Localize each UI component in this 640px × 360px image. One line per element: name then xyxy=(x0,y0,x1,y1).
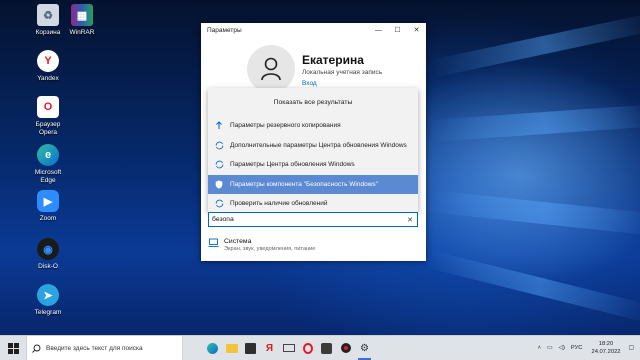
maximize-button[interactable]: ☐ xyxy=(388,23,407,38)
taskbar-recorder-button[interactable] xyxy=(336,336,355,360)
taskbar-opera-button[interactable] xyxy=(298,336,317,360)
folder-icon xyxy=(225,343,238,353)
wallpaper-ray xyxy=(430,103,640,142)
desktop-icon-disk-o[interactable]: ◉ Disk-O xyxy=(18,238,78,271)
user-icon xyxy=(261,57,281,81)
taskbar-apps: Я ⚙ xyxy=(203,336,374,360)
app-icon xyxy=(321,342,332,354)
start-button[interactable] xyxy=(0,336,26,360)
opera-icon xyxy=(302,342,313,354)
window-controls: — ☐ ✕ xyxy=(369,23,426,38)
desktop-icon-label: Disk-O xyxy=(38,263,58,270)
result-check-updates[interactable]: Проверить наличие обновлений xyxy=(208,194,418,214)
result-backup-settings[interactable]: Параметры резервного копирования xyxy=(208,116,418,136)
user-name: Екатерина xyxy=(302,53,364,67)
language-indicator[interactable]: РУС xyxy=(571,345,583,351)
wallpaper-ray xyxy=(425,250,640,324)
edge-icon: e xyxy=(37,144,59,166)
result-label: Проверить наличие обновлений xyxy=(230,200,328,208)
desktop-icon-label: Yandex xyxy=(37,75,59,82)
sign-in-link[interactable]: Вход xyxy=(302,80,317,87)
desktop-icon-yandex[interactable]: Y Yandex xyxy=(18,50,78,83)
title-bar: Параметры — ☐ ✕ xyxy=(201,23,426,38)
update-sync-icon xyxy=(214,160,224,170)
wallpaper-ray xyxy=(427,190,640,236)
store-bag-icon xyxy=(245,342,256,354)
taskbar-app-button[interactable] xyxy=(317,336,336,360)
record-icon xyxy=(340,343,351,353)
desktop-icon-telegram[interactable]: ➤ Telegram xyxy=(18,284,78,317)
edge-icon xyxy=(207,342,218,354)
chevron-up-icon[interactable]: ˄ xyxy=(538,345,541,351)
notifications-icon[interactable]: ▢ xyxy=(629,345,634,351)
desktop-icon-label: Telegram xyxy=(34,309,62,316)
laptop-icon xyxy=(208,238,219,247)
update-sync-icon xyxy=(214,199,224,209)
category-system[interactable]: Система Экран, звук, уведомления, питани… xyxy=(208,238,315,252)
desktop-icon-zoom[interactable]: ▶ Zoom xyxy=(18,190,78,223)
clock-time: 18:20 xyxy=(598,341,614,347)
search-icon xyxy=(32,344,41,353)
shield-icon xyxy=(214,179,224,189)
disk-o-icon: ◉ xyxy=(37,238,59,260)
desktop-icon-label: Zoom xyxy=(39,215,57,222)
taskbar-search-placeholder: Введите здесь текст для поиска xyxy=(46,344,143,352)
update-sync-icon xyxy=(214,140,224,150)
clock[interactable]: 18:20 24.07.2022 xyxy=(592,340,621,356)
clock-date: 24.07.2022 xyxy=(591,349,621,355)
yandex-icon: Y xyxy=(37,50,59,72)
result-update-center-settings[interactable]: Параметры Центра обновления Windows xyxy=(208,155,418,175)
taskbar-file-explorer-button[interactable] xyxy=(222,336,241,360)
yandex-icon: Я xyxy=(265,342,274,354)
taskbar-store-button[interactable] xyxy=(241,336,260,360)
desktop-icon-edge[interactable]: e Microsoft Edge xyxy=(18,144,78,185)
winrar-icon: ▦ xyxy=(71,4,93,26)
telegram-icon: ➤ xyxy=(37,284,59,306)
desktop-icon-winrar[interactable]: ▦ WinRAR xyxy=(52,4,112,37)
opera-icon: O xyxy=(37,96,59,118)
search-input-value: безопа xyxy=(212,216,234,223)
desktop-icon-opera[interactable]: O Браузер Opera xyxy=(18,96,78,137)
wallpaper-ray xyxy=(430,12,640,78)
taskbar-mail-button[interactable] xyxy=(279,336,298,360)
search-suggestions: Показать все результаты Параметры резерв… xyxy=(208,88,418,212)
result-windows-security-settings[interactable]: Параметры компонента "Безопасность Windo… xyxy=(208,174,418,194)
settings-search-input[interactable]: безопа ✕ xyxy=(208,212,418,227)
result-advanced-update-settings[interactable]: Дополнительные параметры Центра обновлен… xyxy=(208,136,418,156)
show-all-results[interactable]: Показать все результаты xyxy=(208,88,418,116)
category-title: Система xyxy=(224,238,252,245)
minimize-button[interactable]: — xyxy=(369,23,388,38)
backup-arrow-icon xyxy=(214,121,224,131)
mail-icon xyxy=(282,344,295,352)
taskbar-settings-button[interactable]: ⚙ xyxy=(355,336,374,360)
volume-icon[interactable]: ◁) xyxy=(559,345,565,351)
taskbar: Введите здесь текст для поиска Я ⚙ ˄ ▭ ◁… xyxy=(0,335,640,360)
network-icon[interactable]: ▭ xyxy=(547,345,552,351)
result-label: Параметры Центра обновления Windows xyxy=(230,161,355,169)
zoom-icon: ▶ xyxy=(37,190,59,212)
taskbar-edge-button[interactable] xyxy=(203,336,222,360)
account-type: Локальная учетная запись xyxy=(302,69,383,76)
category-subtitle: Экран, звук, уведомления, питание xyxy=(224,246,316,252)
system-tray: ˄ ▭ ◁) РУС 18:20 24.07.2022 ▢ xyxy=(535,336,634,360)
clear-search-button[interactable]: ✕ xyxy=(407,216,417,224)
avatar xyxy=(247,45,295,93)
window-title: Параметры xyxy=(207,27,242,34)
gear-icon: ⚙ xyxy=(360,342,369,354)
result-label: Параметры резервного копирования xyxy=(230,122,341,130)
desktop-icon-label: WinRAR xyxy=(69,29,95,36)
desktop-icon-label: Microsoft Edge xyxy=(34,169,62,184)
taskbar-yandex-button[interactable]: Я xyxy=(260,336,279,360)
result-label: Дополнительные параметры Центра обновлен… xyxy=(230,141,407,149)
windows-logo-icon xyxy=(7,342,19,354)
taskbar-search-box[interactable]: Введите здесь текст для поиска xyxy=(26,336,183,360)
close-button[interactable]: ✕ xyxy=(407,23,426,38)
result-label: Параметры компонента "Безопасность Windo… xyxy=(230,180,378,188)
desktop-icon-label: Браузер Opera xyxy=(35,121,61,136)
